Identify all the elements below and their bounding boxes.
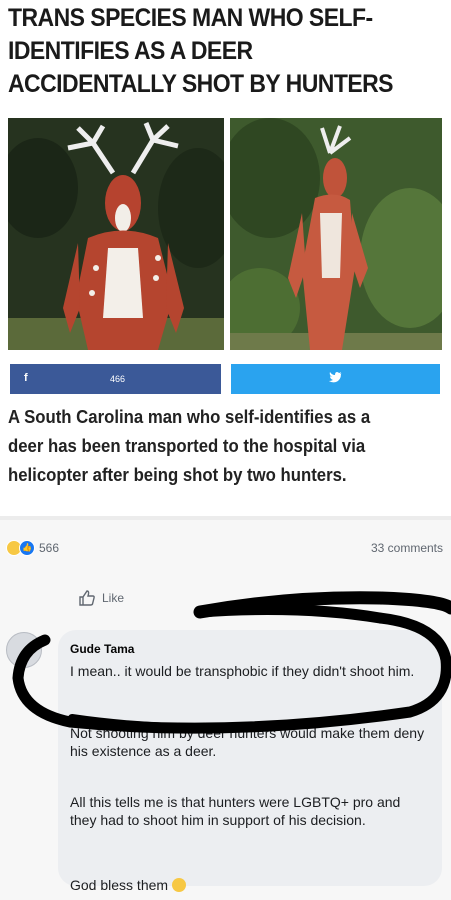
- deer-costume-photo-left: [8, 118, 224, 350]
- like-button[interactable]: Like: [78, 589, 124, 607]
- comment-paragraph-4: God bless them: [70, 876, 430, 894]
- facebook-share-button[interactable]: f 466: [10, 364, 221, 394]
- avatar[interactable]: [6, 632, 42, 668]
- twitter-bird-icon: [329, 371, 343, 385]
- share-count: 466: [110, 374, 126, 384]
- like-reaction-icon: 👍: [19, 540, 35, 556]
- like-label: Like: [102, 591, 125, 605]
- comment-author[interactable]: Gude Tama: [70, 642, 134, 656]
- article-summary: A South Carolina man who self-identifies…: [8, 407, 371, 485]
- reaction-count: 566: [39, 541, 60, 555]
- headline: TRANS SPECIES MAN WHO SELF-IDENTIFIES AS…: [8, 4, 394, 98]
- comments-count[interactable]: 33 comments: [371, 541, 443, 555]
- comment-paragraph-4-text: God bless them: [70, 877, 169, 893]
- thumbs-up-icon: [79, 590, 95, 606]
- comment-paragraph-3: All this tells me is that hunters were L…: [70, 794, 401, 828]
- facebook-icon: f: [24, 372, 28, 384]
- deer-costume-photo-right: [230, 118, 442, 350]
- laughing-emoji-icon: [171, 878, 186, 892]
- reaction-summary[interactable]: 👍 566: [6, 540, 59, 556]
- twitter-share-button[interactable]: [231, 364, 440, 394]
- comment-paragraph-1: I mean.. it would be transphobic if they…: [70, 663, 415, 679]
- comment-paragraph-2: Not shooting him by deer hunters would m…: [70, 725, 425, 759]
